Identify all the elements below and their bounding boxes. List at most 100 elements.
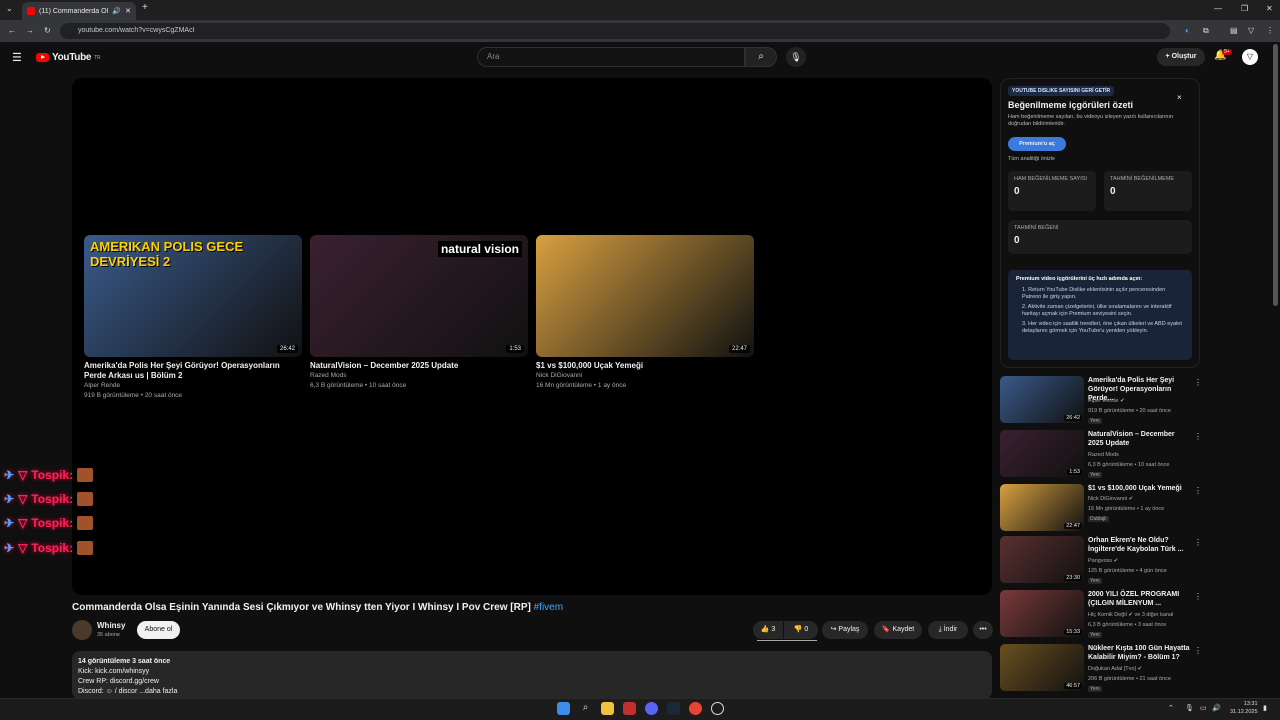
- recommended-thumbnail: 22:47: [1000, 484, 1084, 531]
- browser-menu-icon[interactable]: ⋮: [1266, 26, 1274, 35]
- more-options-icon[interactable]: ⋮: [1194, 538, 1202, 547]
- preview-analytics-link[interactable]: Tüm analitiği önizle: [1008, 156, 1055, 162]
- channel-name[interactable]: Whinsy: [97, 621, 125, 630]
- chrome-icon[interactable]: [689, 702, 702, 715]
- search-button[interactable]: ⌕: [745, 47, 777, 67]
- taskbar-clock[interactable]: 13:31 31.12.2025: [1230, 700, 1258, 716]
- end-card-meta: 16 Mn görüntüleme • 1 ay önce: [536, 382, 627, 389]
- share-label: Paylaş: [838, 626, 860, 633]
- browser-tab[interactable]: (11) Commanderda Olsa E... 🔊 ✕: [22, 2, 136, 20]
- more-actions-button[interactable]: •••: [973, 621, 993, 639]
- maximize-icon[interactable]: ❐: [1241, 4, 1248, 13]
- channel-avatar[interactable]: [72, 620, 92, 640]
- chat-overlay-message: ✈ ▽ Tospik:: [4, 516, 94, 530]
- reload-icon[interactable]: ↻: [44, 26, 51, 35]
- notification-center-icon[interactable]: ▮: [1263, 704, 1267, 712]
- subscriber-count: 35 abone: [97, 632, 120, 638]
- tray-mic-icon[interactable]: 🎙: [1185, 704, 1194, 712]
- back-icon[interactable]: ←: [8, 26, 16, 35]
- new-badge: Yeni: [1088, 472, 1102, 478]
- duration-badge: 26:42: [276, 345, 298, 353]
- download-button[interactable]: ⤓ İndir: [928, 621, 968, 639]
- window-close-icon[interactable]: ✕: [1266, 4, 1273, 13]
- view-count-date: 14 görüntüleme 3 saat önce: [78, 658, 171, 665]
- recommended-thumbnail: 15:33: [1000, 590, 1084, 637]
- subscribe-button[interactable]: Abone ol: [137, 621, 180, 639]
- more-options-icon[interactable]: ⋮: [1194, 486, 1202, 495]
- end-card-title: Amerika'da Polis Her Şeyi Görüyor! Opera…: [84, 361, 280, 380]
- premium-button[interactable]: Premium'u aç: [1008, 137, 1066, 151]
- tray-chevron-icon[interactable]: ⌃: [1168, 704, 1174, 712]
- description-line[interactable]: Discord: ☺ / discor ...daha fazla: [78, 687, 986, 697]
- duration-badge: 1:53: [506, 345, 524, 353]
- duration-badge: 23:30: [1064, 575, 1082, 581]
- estimated-like-stat: TAHMİNİ BEĞENİ 0: [1008, 220, 1192, 254]
- recommended-title: NaturalVision – December 2025 Update: [1088, 431, 1175, 447]
- recommended-video[interactable]: 22:47 $1 vs $100,000 Uçak Yemeği Nick Di…: [1000, 484, 1202, 534]
- file-explorer-icon[interactable]: [601, 702, 614, 715]
- notification-count-badge: 9+: [1222, 49, 1232, 55]
- end-card-channel: Razed Mods: [310, 372, 347, 379]
- page-scrollbar[interactable]: [1273, 44, 1278, 306]
- search-input[interactable]: Ara: [477, 47, 745, 67]
- taskbar-search-icon[interactable]: ⌕: [579, 702, 592, 715]
- tab-audio-icon[interactable]: 🔊: [112, 7, 121, 15]
- save-button[interactable]: 🔖 Kaydet: [874, 621, 922, 639]
- tab-search-icon[interactable]: ⌄: [6, 4, 13, 13]
- ryd-description: Ham beğenilmeme sayıları, bu videoyu izl…: [1008, 114, 1174, 127]
- new-tab-button[interactable]: +: [142, 2, 148, 13]
- taskbar-app-icon[interactable]: [711, 702, 724, 715]
- recommended-video[interactable]: 1:53 NaturalVision – December 2025 Updat…: [1000, 430, 1202, 480]
- minimize-icon[interactable]: —: [1214, 4, 1222, 13]
- hamburger-menu-icon[interactable]: ☰: [12, 51, 22, 64]
- more-options-icon[interactable]: ⋮: [1194, 378, 1202, 387]
- profile-icon[interactable]: ▽: [1248, 26, 1254, 35]
- end-card-video[interactable]: natural vision 1:53 NaturalVision – Dece…: [310, 235, 528, 391]
- extension-icon[interactable]: ◐: [1185, 26, 1190, 35]
- recommended-video[interactable]: 46:57 Nükleer Kışta 100 Gün Hayatta Kala…: [1000, 644, 1202, 694]
- voice-search-button[interactable]: 🎙: [786, 47, 806, 67]
- more-options-icon[interactable]: ⋮: [1194, 432, 1202, 441]
- end-card-video[interactable]: 22:47 $1 vs $100,000 Uçak Yemeği Nick Di…: [536, 235, 754, 391]
- hashtag-link[interactable]: #fivem: [534, 602, 563, 613]
- recommended-video[interactable]: 26:42 Amerika'da Polis Her Şeyi Görüyor!…: [1000, 376, 1202, 426]
- emote-icon: [77, 516, 94, 530]
- taskbar-app-icon[interactable]: [623, 702, 636, 715]
- end-card-video[interactable]: AMERIKAN POLIS GECE DEVRİYESİ 2 26:42 Am…: [84, 235, 302, 401]
- more-options-icon[interactable]: ⋮: [1194, 592, 1202, 601]
- logo-region: TR: [94, 54, 101, 61]
- thumbs-up-icon: 👍: [760, 626, 770, 633]
- end-card-channel: Alper Rende: [84, 382, 121, 389]
- more-options-icon[interactable]: ⋮: [1194, 646, 1202, 655]
- discord-icon[interactable]: [645, 702, 658, 715]
- premium-steps-box: Premium video içgörülerini üç hızlı adım…: [1008, 270, 1192, 360]
- youtube-logo[interactable]: YouTube TR: [36, 52, 101, 63]
- video-player[interactable]: AMERIKAN POLIS GECE DEVRİYESİ 2 26:42 Am…: [72, 78, 992, 595]
- logo-text: YouTube: [52, 52, 92, 63]
- estimated-dislike-stat: TAHMİNİ BEĞENİLMEME 0: [1104, 171, 1192, 211]
- recommended-video[interactable]: 15:33 2000 YILI ÖZEL PROGRAMI (ÇILGIN Mİ…: [1000, 590, 1202, 640]
- windows-start-icon[interactable]: [557, 702, 570, 715]
- dislike-button[interactable]: 👎 0: [784, 621, 818, 639]
- chat-overlay-message: ✈ ▽ Tospik:: [4, 541, 94, 555]
- url-field[interactable]: youtube.com/watch?v=cwysCgZMAcI: [60, 23, 1170, 39]
- share-button[interactable]: ↪ Paylaş: [822, 621, 868, 639]
- forward-icon[interactable]: →: [26, 26, 34, 35]
- recommended-video[interactable]: 23:30 Orhan Ekren'e Ne Oldu? İngiltere'd…: [1000, 536, 1202, 586]
- new-badge: Yeni: [1088, 418, 1102, 424]
- sidebar-icon[interactable]: ▤: [1230, 26, 1238, 35]
- tray-display-icon[interactable]: ▭: [1200, 704, 1207, 712]
- recommended-channel: Nick DiGiovanni ✔: [1088, 496, 1134, 502]
- like-button[interactable]: 👍 3: [753, 621, 783, 639]
- description-box[interactable]: 14 görüntüleme 3 saat önce Kick: kick.co…: [72, 651, 992, 699]
- tab-close-icon[interactable]: ✕: [125, 7, 131, 15]
- tray-volume-icon[interactable]: 🔊: [1212, 704, 1221, 712]
- extensions-puzzle-icon[interactable]: ⧉: [1203, 26, 1209, 36]
- stat-label: TAHMİNİ BEĞENİLMEME: [1110, 176, 1175, 182]
- close-icon[interactable]: ×: [1177, 93, 1182, 102]
- steam-icon[interactable]: [667, 702, 680, 715]
- new-badge: Yeni: [1088, 632, 1102, 638]
- download-label: İndir: [943, 626, 958, 633]
- create-button[interactable]: + Oluştur: [1157, 48, 1205, 66]
- account-avatar[interactable]: ▽: [1242, 49, 1258, 65]
